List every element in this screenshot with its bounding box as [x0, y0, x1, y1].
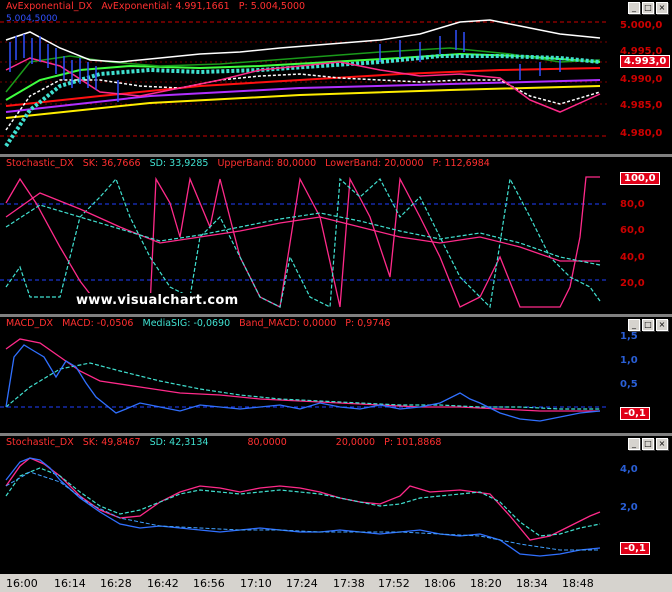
time-label: 17:52	[378, 577, 410, 590]
sk-value: SK: 49,8467	[82, 437, 141, 448]
last-value-badge: 100,0	[620, 172, 660, 185]
minimize-button[interactable]: _	[628, 2, 640, 14]
time-label: 16:28	[100, 577, 132, 590]
last-value-badge: -0,1	[620, 542, 650, 555]
time-label: 18:20	[470, 577, 502, 590]
time-axis[interactable]: 16:00 16:14 16:28 16:42 16:56 17:10 17:2…	[0, 574, 672, 592]
price-tick: 4.980,0	[620, 128, 663, 139]
price-plot[interactable]	[0, 0, 608, 154]
time-label: 18:48	[562, 577, 594, 590]
indicator-price: P: 112,6984	[432, 158, 490, 169]
maximize-button[interactable]: □	[642, 2, 654, 14]
close-button[interactable]: ×	[656, 2, 668, 14]
macd-pane-header: MACD_DX MACD: -0,0506 MediaSIG: -0,0690 …	[6, 318, 396, 329]
stochastic-axis: 100,0 80,0 60,0 40,0 20,0	[608, 157, 672, 314]
close-button[interactable]: ×	[656, 438, 668, 450]
sk-value: SK: 36,7666	[82, 158, 141, 169]
upper-band-value: UpperBand: 80,0000	[217, 158, 317, 169]
indicator-name: Stochastic_DX	[6, 437, 74, 448]
stochastic2-tick: 2,0	[620, 502, 638, 513]
time-label: 18:34	[516, 577, 548, 590]
price-tick: 4.985,0	[620, 100, 663, 111]
minimize-button[interactable]: _	[628, 438, 640, 450]
indicator-price: P: 5.004,5000	[238, 1, 306, 12]
stochastic-pane[interactable]: Stochastic_DX SK: 36,7666 SD: 33,9285 Up…	[0, 157, 672, 314]
indicator-price: P: 0,9746	[345, 318, 391, 329]
price-pane[interactable]: AvExponential_DX AvExponential: 4.991,16…	[0, 0, 672, 154]
stochastic2-axis: _ □ × 4,0 2,0 -0,1	[608, 436, 672, 574]
indicator-value: AvExponential: 4.991,1661	[101, 1, 230, 12]
time-label: 16:00	[6, 577, 38, 590]
time-label: 18:06	[424, 577, 456, 590]
macd-axis: _ □ × 1,5 1,0 0,5 -0,1	[608, 317, 672, 433]
macd-pane[interactable]: MACD_DX MACD: -0,0506 MediaSIG: -0,0690 …	[0, 317, 672, 433]
macd-tick: 0,5	[620, 379, 638, 390]
indicator-name: AvExponential_DX	[6, 1, 93, 12]
macd-plot[interactable]	[0, 317, 608, 433]
macd-tick: 1,5	[620, 331, 638, 342]
price-tick: 5.000,0	[620, 20, 663, 31]
stochastic-tick: 80,0	[620, 199, 645, 210]
stochastic2-pane[interactable]: Stochastic_DX SK: 49,8467 SD: 42,3134 80…	[0, 436, 672, 574]
macd-tick: 1,0	[620, 355, 638, 366]
stochastic2-tick: 4,0	[620, 464, 638, 475]
time-label: 17:38	[333, 577, 365, 590]
stochastic-tick: 20,0	[620, 278, 645, 289]
indicator-name: Stochastic_DX	[6, 158, 74, 169]
stochastic-tick: 40,0	[620, 252, 645, 263]
stochastic-plot[interactable]	[0, 157, 608, 314]
minimize-button[interactable]: _	[628, 319, 640, 331]
sd-value: SD: 42,3134	[149, 437, 209, 448]
price-tick: 4.990,0	[620, 74, 663, 85]
maximize-button[interactable]: □	[642, 319, 654, 331]
macd-value: MACD: -0,0506	[62, 318, 134, 329]
lower-band-value: 20,0000	[335, 437, 376, 448]
time-label: 17:10	[240, 577, 272, 590]
close-button[interactable]: ×	[656, 319, 668, 331]
maximize-button[interactable]: □	[642, 438, 654, 450]
stochastic-tick: 60,0	[620, 225, 645, 236]
time-label: 16:14	[54, 577, 86, 590]
lower-band-value: LowerBand: 20,0000	[325, 158, 424, 169]
time-label: 16:42	[147, 577, 179, 590]
stochastic-pane-header: Stochastic_DX SK: 36,7666 SD: 33,9285 Up…	[6, 158, 496, 169]
indicator-name: MACD_DX	[6, 318, 54, 329]
band-value: Band_MACD: 0,0000	[239, 318, 337, 329]
watermark: www.visualchart.com	[74, 293, 241, 308]
indicator-price: P: 101,8868	[384, 437, 442, 448]
upper-band-value: 80,0000	[247, 437, 287, 448]
sd-value: SD: 33,9285	[149, 158, 209, 169]
price-axis: _ □ × 5.000,0 4.995,0 4.993,0 4.990,0 4.…	[608, 0, 672, 154]
price-pane-header: AvExponential_DX AvExponential: 4.991,16…	[6, 1, 311, 12]
time-label: 17:24	[286, 577, 318, 590]
stochastic2-pane-header: Stochastic_DX SK: 49,8467 SD: 42,3134 80…	[6, 437, 447, 448]
corner-price-label: 5.004,5000	[6, 14, 58, 24]
stochastic2-plot[interactable]	[0, 436, 608, 574]
last-price-badge: 4.993,0	[620, 55, 671, 68]
time-label: 16:56	[193, 577, 225, 590]
last-value-badge: -0,1	[620, 407, 650, 420]
signal-value: MediaSIG: -0,0690	[142, 318, 231, 329]
